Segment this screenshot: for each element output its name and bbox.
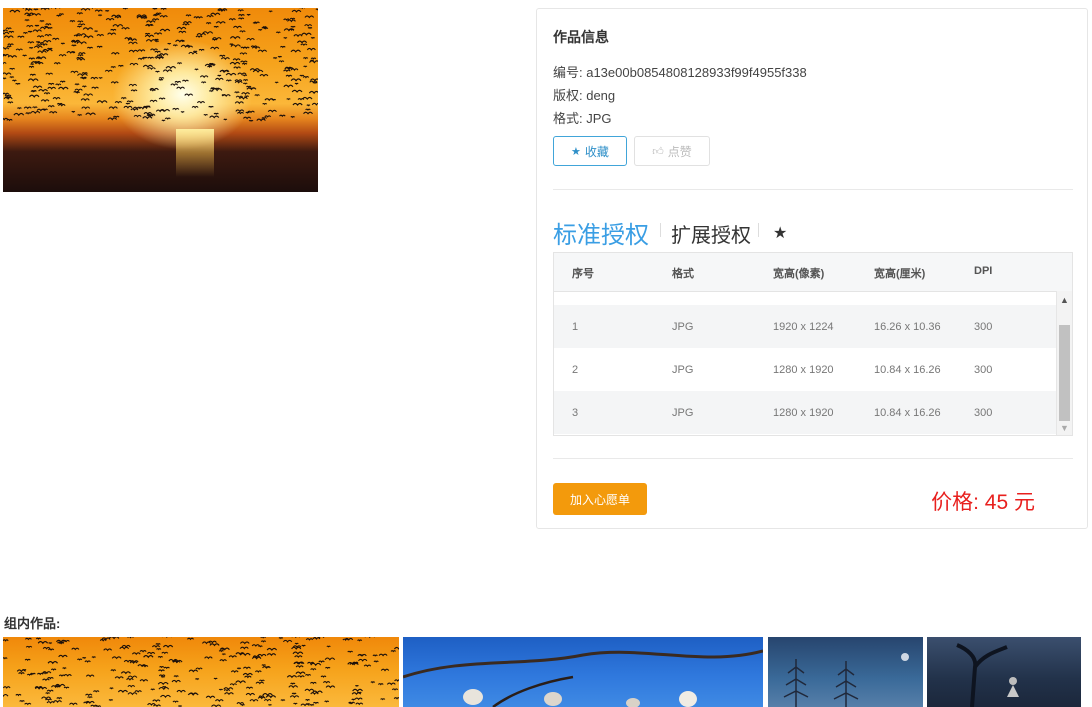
add-to-wishlist-button[interactable]: 加入心愿单 bbox=[553, 483, 647, 515]
star-icon[interactable]: ★ bbox=[773, 223, 787, 243]
cell-cm: 10.84 x 16.26 bbox=[874, 364, 941, 376]
artwork-info-panel: 作品信息 编号: a13e00b0854808128933f99f4955f33… bbox=[536, 8, 1088, 529]
column-header: 宽高(像素) bbox=[773, 268, 825, 280]
column-header: 序号 bbox=[572, 268, 594, 280]
scrollbar-thumb[interactable] bbox=[1059, 325, 1070, 421]
pussy-willow-image bbox=[403, 649, 763, 707]
bird-flock bbox=[3, 637, 399, 707]
cell-dpi: 300 bbox=[974, 407, 993, 419]
group-works-label: 组内作品: bbox=[4, 616, 61, 631]
group-thumbnail[interactable] bbox=[403, 637, 763, 707]
column-header: DPI bbox=[974, 265, 993, 277]
favorite-label: 收藏 bbox=[584, 144, 609, 159]
table-scrollbar[interactable]: ▲ ▼ bbox=[1056, 291, 1072, 435]
column-header: 格式 bbox=[672, 268, 694, 280]
group-thumbnail[interactable] bbox=[927, 637, 1081, 707]
thumbs-up-icon: 👍︎ bbox=[652, 145, 664, 158]
table-row[interactable]: 3 JPG 1280 x 1920 10.84 x 16.26 300 bbox=[554, 391, 1057, 434]
divider bbox=[553, 458, 1073, 459]
cell-format: JPG bbox=[672, 321, 694, 333]
night-tree-image bbox=[956, 643, 1019, 707]
cell-pixels: 1920 x 1224 bbox=[773, 321, 834, 333]
price-label: 价格: 45 元 bbox=[931, 491, 1035, 514]
cell-cm: 10.84 x 16.26 bbox=[874, 407, 941, 419]
tab-extended-license[interactable]: 扩展授权 bbox=[671, 219, 751, 248]
group-thumbnail[interactable] bbox=[3, 637, 399, 707]
cell-pixels: 1280 x 1920 bbox=[773, 364, 834, 376]
artwork-copyright: 版权: deng bbox=[553, 88, 616, 103]
star-icon: ★ bbox=[571, 145, 581, 158]
scroll-up-icon[interactable]: ▲ bbox=[1060, 295, 1069, 305]
like-button[interactable]: 👍︎ 点赞 bbox=[634, 136, 710, 166]
group-thumbnail[interactable] bbox=[768, 637, 923, 707]
tab-separator bbox=[758, 223, 759, 237]
like-label: 点赞 bbox=[667, 144, 692, 159]
column-header: 宽高(厘米) bbox=[874, 268, 926, 280]
info-title: 作品信息 bbox=[553, 29, 609, 45]
table-header: 序号 格式 宽高(像素) 宽高(厘米) DPI bbox=[554, 253, 1072, 292]
cell-index: 1 bbox=[572, 321, 579, 333]
license-table: 序号 格式 宽高(像素) 宽高(厘米) DPI 1 JPG 1920 x 122… bbox=[553, 252, 1073, 436]
tab-separator bbox=[660, 223, 661, 237]
scroll-down-icon[interactable]: ▼ bbox=[1060, 423, 1069, 433]
cell-dpi: 300 bbox=[974, 321, 993, 333]
divider bbox=[553, 189, 1073, 190]
cell-index: 3 bbox=[572, 407, 579, 419]
table-row[interactable]: 2 JPG 1280 x 1920 10.84 x 16.26 300 bbox=[554, 348, 1057, 391]
favorite-button[interactable]: ★ 收藏 bbox=[553, 136, 627, 166]
artwork-format: 格式: JPG bbox=[553, 111, 612, 126]
artwork-image bbox=[3, 8, 318, 192]
cell-dpi: 300 bbox=[974, 364, 993, 376]
winter-trees-image bbox=[783, 653, 909, 707]
tab-standard-license[interactable]: 标准授权 bbox=[553, 215, 649, 250]
cell-cm: 16.26 x 10.36 bbox=[874, 321, 941, 333]
cell-pixels: 1280 x 1920 bbox=[773, 407, 834, 419]
cell-format: JPG bbox=[672, 407, 694, 419]
cell-index: 2 bbox=[572, 364, 579, 376]
table-row[interactable]: 1 JPG 1920 x 1224 16.26 x 10.36 300 bbox=[554, 305, 1057, 348]
artwork-id: 编号: a13e00b0854808128933f99f4955f338 bbox=[553, 65, 807, 80]
cell-format: JPG bbox=[672, 364, 694, 376]
